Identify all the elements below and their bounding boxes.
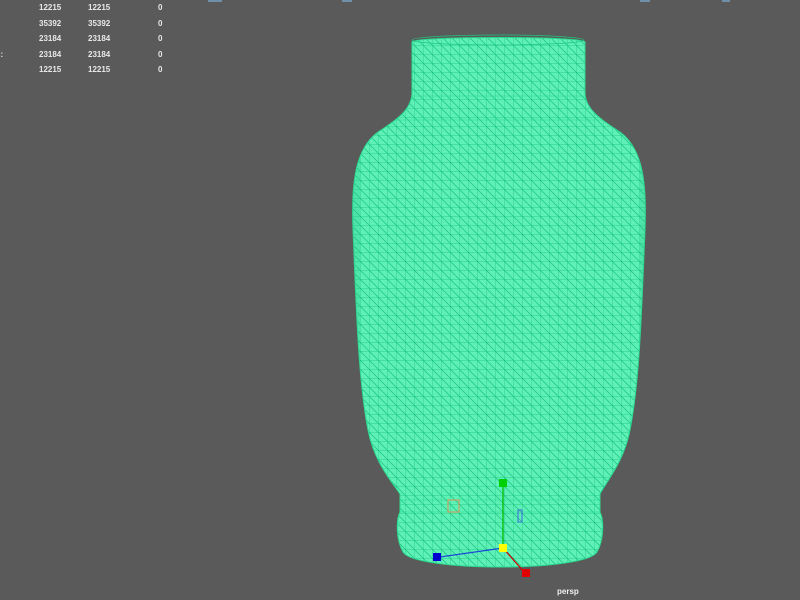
mesh-surface [352,37,646,567]
viewport-persp[interactable]: 12215 12215 0 35392 35392 0 23184 23184 … [0,0,800,600]
center-handle-icon[interactable] [499,544,507,552]
z-axis-cube-icon[interactable] [433,553,441,561]
y-axis-cube-icon[interactable] [499,479,507,487]
x-axis-cube-icon[interactable] [522,569,530,577]
vase-wireframe-mesh[interactable] [0,0,800,600]
camera-label: persp [557,587,579,596]
